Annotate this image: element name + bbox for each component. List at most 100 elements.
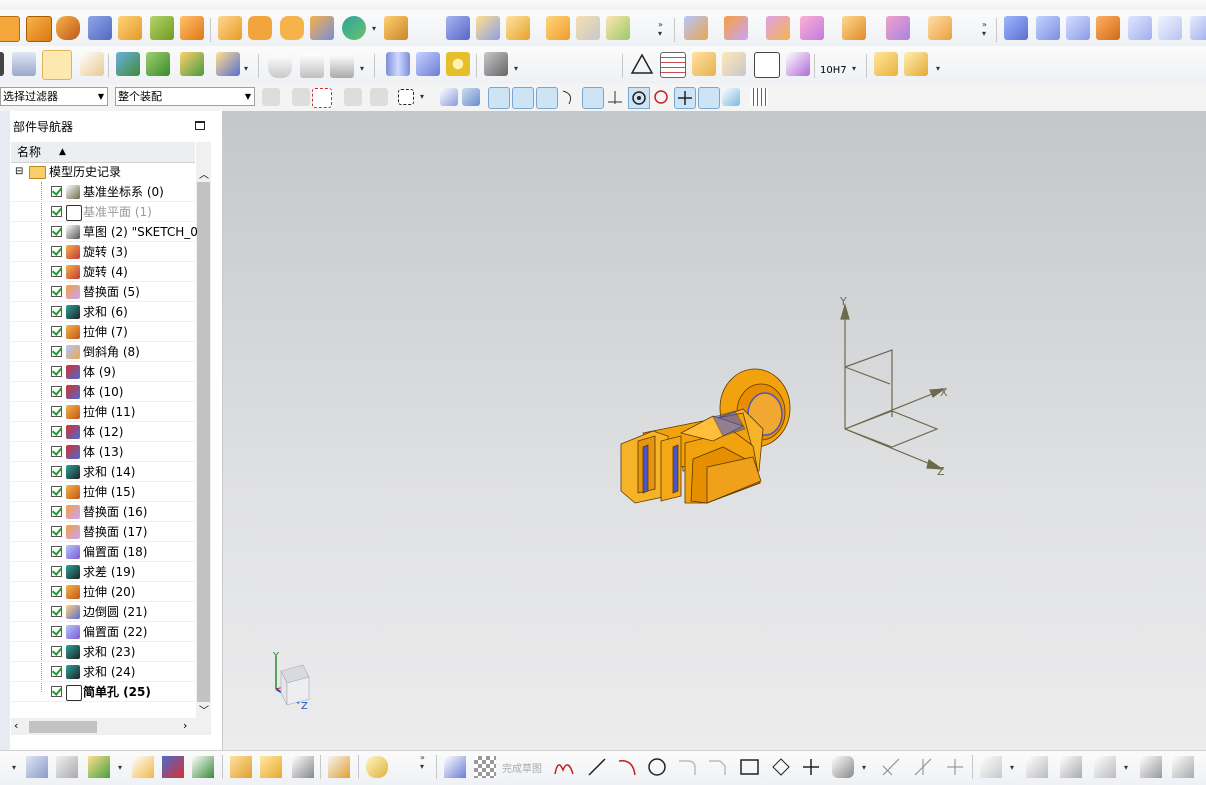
grid-icon[interactable] [750, 88, 768, 106]
fillet-icon[interactable] [676, 756, 698, 778]
tree-item[interactable]: 求和 (23) [11, 642, 195, 662]
component-array-icon[interactable] [230, 756, 252, 778]
assembly-scope-dropdown[interactable]: 整个装配 ▼ [115, 87, 255, 106]
view-triad[interactable] [275, 656, 310, 706]
visibility-checkbox[interactable] [51, 246, 62, 257]
part-navigator-icon[interactable] [42, 50, 72, 80]
end-point-icon[interactable] [512, 87, 534, 109]
visibility-checkbox[interactable] [51, 606, 62, 617]
note-icon[interactable] [80, 52, 104, 76]
visibility-checkbox[interactable] [51, 626, 62, 637]
tree-item[interactable]: 拉伸 (7) [11, 322, 195, 342]
show-hide-icon[interactable] [440, 88, 458, 106]
finish-sketch-label[interactable]: 完成草图 [502, 760, 542, 775]
datum-csys[interactable] [840, 302, 947, 470]
column-header-name[interactable]: 名称 ▲ [11, 142, 195, 163]
offset-icon[interactable] [506, 16, 530, 40]
existing-point-icon[interactable] [674, 87, 696, 109]
model-canvas[interactable]: Y X Z Y Z [223, 111, 1206, 750]
visibility-checkbox[interactable] [51, 566, 62, 577]
filter-icon[interactable] [262, 88, 280, 106]
selection-filter-dropdown[interactable]: 选择过滤器 ▼ [0, 87, 108, 106]
circle-icon[interactable] [646, 756, 668, 778]
thicken-icon[interactable] [546, 16, 570, 40]
tree-root-model-history[interactable]: ⊟ 模型历史记录 [11, 162, 195, 182]
arc-center-icon[interactable] [628, 87, 650, 109]
tree-item[interactable]: 拉伸 (15) [11, 482, 195, 502]
surface-analysis-icon[interactable] [300, 54, 324, 78]
tree-item[interactable]: 替换面 (17) [11, 522, 195, 542]
add-assembly-icon[interactable] [88, 756, 110, 778]
clearance-icon[interactable] [328, 756, 350, 778]
rapid-dimension-icon[interactable] [1094, 756, 1116, 778]
offset-curve-icon[interactable] [980, 756, 1002, 778]
analysis-icon[interactable] [330, 54, 354, 78]
quadrant-icon[interactable] [652, 88, 670, 106]
shell-icon[interactable] [384, 16, 408, 40]
explode-view-icon[interactable] [292, 756, 314, 778]
pattern-feature-icon[interactable] [280, 16, 304, 40]
visibility-checkbox[interactable] [51, 466, 62, 477]
select-face-icon[interactable] [370, 88, 388, 106]
tree-item[interactable]: 求和 (24) [11, 662, 195, 682]
pocket-icon[interactable] [150, 16, 174, 40]
visibility-checkbox[interactable] [51, 526, 62, 537]
pull-face-icon[interactable] [842, 16, 866, 40]
scroll-left-icon[interactable]: ‹ [14, 719, 18, 732]
visibility-checkbox[interactable] [51, 186, 62, 197]
make-corner-icon[interactable] [944, 756, 966, 778]
visibility-checkbox[interactable] [51, 226, 62, 237]
graphics-viewport[interactable]: Y X Z Y Z [223, 111, 1206, 750]
visibility-checkbox[interactable] [51, 646, 62, 657]
studio-surface-icon[interactable] [1158, 16, 1182, 40]
polygon-icon[interactable] [770, 756, 792, 778]
finish-sketch-icon[interactable] [474, 756, 496, 778]
arc-icon[interactable] [616, 756, 638, 778]
mid-point-icon[interactable] [536, 87, 558, 109]
vertical-scroll-thumb[interactable] [197, 182, 210, 702]
tree-item[interactable]: 偏置面 (22) [11, 622, 195, 642]
boss-icon[interactable] [118, 16, 142, 40]
tree-item[interactable]: 旋转 (3) [11, 242, 195, 262]
cylinder-icon[interactable] [386, 52, 410, 76]
move-face-icon[interactable] [800, 16, 824, 40]
tolerance-label[interactable]: 10H7 [820, 65, 847, 76]
subtract-icon[interactable] [342, 16, 366, 40]
render-style-icon[interactable] [462, 88, 480, 106]
tree-item[interactable]: 基准平面 (1) [11, 202, 195, 222]
visibility-checkbox[interactable] [51, 346, 62, 357]
snap-points-icon[interactable] [488, 87, 510, 109]
link-icon[interactable] [366, 756, 388, 778]
unite-icon[interactable] [310, 16, 334, 40]
collapse-icon[interactable]: ⊟ [15, 162, 23, 182]
maximize-icon[interactable] [195, 121, 205, 130]
select-edge-icon[interactable] [344, 88, 362, 106]
mirror-curve-icon[interactable] [1026, 756, 1048, 778]
tree-item[interactable]: 体 (12) [11, 422, 195, 442]
horizontal-scroll-thumb[interactable] [29, 721, 97, 733]
visibility-checkbox[interactable] [51, 506, 62, 517]
control-point-icon[interactable] [582, 87, 604, 109]
offset-face-icon[interactable] [684, 16, 708, 40]
visibility-checkbox[interactable] [51, 486, 62, 497]
tree-item[interactable]: 求和 (14) [11, 462, 195, 482]
relations-browser-icon[interactable] [1172, 756, 1194, 778]
grip-handle-icon[interactable] [0, 52, 4, 76]
intersection-icon[interactable] [606, 88, 624, 106]
quick-extend-icon[interactable] [912, 756, 934, 778]
add-component-icon[interactable] [180, 52, 204, 76]
table-icon[interactable] [660, 52, 686, 78]
swept-icon[interactable] [1096, 16, 1120, 40]
pattern-icon[interactable] [248, 16, 272, 40]
layer-settings-icon[interactable] [12, 52, 36, 76]
extrude-icon[interactable] [0, 16, 20, 42]
move-component-icon[interactable] [146, 52, 170, 76]
visibility-checkbox[interactable] [51, 666, 62, 677]
triangle-icon[interactable] [630, 52, 654, 76]
visibility-checkbox[interactable] [51, 406, 62, 417]
spring-icon[interactable] [416, 52, 440, 76]
part-body[interactable] [620, 368, 791, 504]
mirror-assembly-icon[interactable] [162, 756, 184, 778]
profile-icon[interactable] [552, 756, 576, 778]
pattern-component-icon[interactable] [260, 756, 282, 778]
